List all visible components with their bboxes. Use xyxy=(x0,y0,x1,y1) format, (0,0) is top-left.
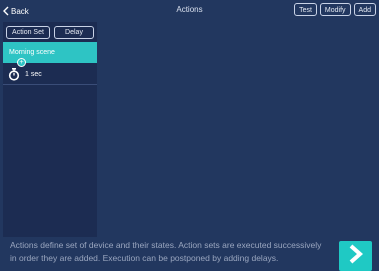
help-text: Actions define set of device and their s… xyxy=(10,240,322,263)
stopwatch-icon xyxy=(8,68,20,86)
test-button[interactable]: Test xyxy=(294,3,317,16)
next-button[interactable] xyxy=(339,241,372,271)
back-button[interactable]: Back xyxy=(3,4,29,18)
action-set-label: Morning scene xyxy=(9,49,55,56)
nav-actions: Test Modify Add xyxy=(294,3,376,16)
actions-sidebar: Action Set Delay Morning scene 1 sec + xyxy=(3,22,97,237)
info-footer: Actions define set of device and their s… xyxy=(0,237,379,271)
delay-button[interactable]: Delay xyxy=(54,26,94,39)
chevron-left-icon xyxy=(3,6,9,16)
modify-button[interactable]: Modify xyxy=(319,3,351,16)
delay-duration-label: 1 sec xyxy=(25,71,42,78)
list-item-delay[interactable]: 1 sec xyxy=(3,64,97,85)
action-set-button[interactable]: Action Set xyxy=(6,26,50,39)
sidebar-toolbar: Action Set Delay xyxy=(6,26,94,39)
chevron-right-icon xyxy=(348,244,364,269)
add-button[interactable]: Add xyxy=(353,3,376,16)
back-label: Back xyxy=(11,6,29,16)
plus-icon[interactable]: + xyxy=(17,58,26,67)
top-nav-bar: Back Actions Test Modify Add xyxy=(0,0,379,22)
